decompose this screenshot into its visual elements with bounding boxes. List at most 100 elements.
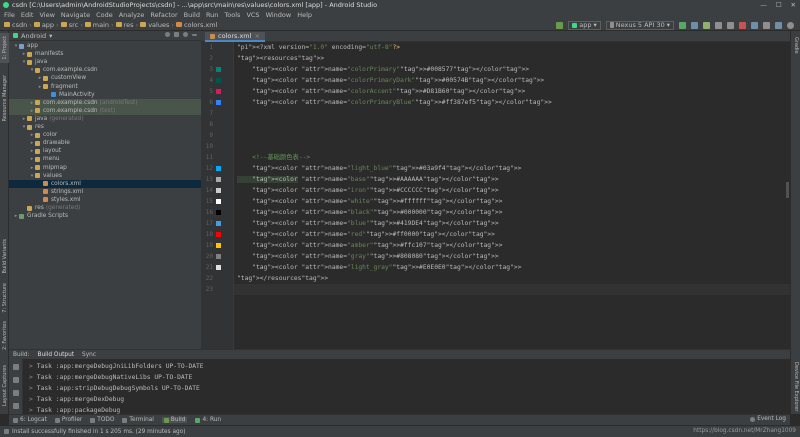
tab-todo[interactable]: TODO bbox=[90, 417, 114, 423]
tab-run[interactable]: 4: Run bbox=[195, 417, 221, 423]
tree-item[interactable]: ▸ menu bbox=[9, 155, 201, 163]
tree-item[interactable]: ▸ layout bbox=[9, 147, 201, 155]
tab-terminal[interactable]: Terminal bbox=[122, 417, 154, 423]
code-line[interactable]: "tag"><color "attr">name="blue""tag">>#4… bbox=[237, 218, 787, 229]
code-line[interactable]: "tag"><color "attr">name="colorAccent""t… bbox=[237, 86, 787, 97]
tab-build-variants[interactable]: Build Variants bbox=[0, 231, 9, 281]
tree-item[interactable]: colors.xml bbox=[9, 179, 201, 188]
close-button[interactable]: ✕ bbox=[791, 1, 796, 9]
tree-item[interactable]: ▸ fragment bbox=[9, 83, 201, 91]
breadcrumb-app[interactable]: app bbox=[42, 21, 54, 29]
tree-item[interactable]: ▸ customView bbox=[9, 74, 201, 82]
tab-build-output[interactable]: Build Output bbox=[38, 352, 75, 358]
menu-run[interactable]: Run bbox=[206, 11, 218, 19]
avd-manager-icon[interactable] bbox=[763, 21, 770, 29]
tree-item[interactable]: ▸ drawable bbox=[9, 139, 201, 147]
tab-structure[interactable]: 7: Structure bbox=[0, 283, 9, 313]
tree-item[interactable]: styles.xml bbox=[9, 196, 201, 204]
tab-favorites[interactable]: 2: Favorites bbox=[0, 321, 9, 351]
code-line[interactable] bbox=[237, 119, 787, 130]
tree-item[interactable]: ▸ mipmap bbox=[9, 164, 201, 172]
attach-debugger-icon[interactable] bbox=[727, 21, 734, 29]
tab-profiler[interactable]: Profiler bbox=[54, 417, 82, 423]
color-swatch-icon[interactable] bbox=[216, 210, 221, 215]
tree-item[interactable]: ▸ com.example.csdn (androidTest) bbox=[9, 98, 201, 107]
search-icon[interactable] bbox=[787, 21, 794, 29]
menu-build[interactable]: Build bbox=[184, 11, 200, 19]
collapse-all-icon[interactable] bbox=[174, 32, 179, 37]
menu-vcs[interactable]: VCS bbox=[246, 11, 259, 19]
code-line[interactable]: <!--基础颜色表--> bbox=[237, 152, 787, 163]
menu-navigate[interactable]: Navigate bbox=[61, 11, 90, 19]
tab-layout-captures[interactable]: Layout Captures bbox=[0, 361, 9, 411]
locate-icon[interactable] bbox=[165, 32, 170, 37]
tab-gradle[interactable]: Gradle bbox=[791, 33, 800, 57]
breadcrumb-values[interactable]: values bbox=[148, 21, 169, 29]
project-view-selector[interactable]: Android bbox=[21, 32, 46, 40]
menu-window[interactable]: Window bbox=[266, 11, 292, 19]
tab-project[interactable]: 1: Project bbox=[0, 33, 9, 63]
breadcrumb-main[interactable]: main bbox=[93, 21, 109, 29]
color-swatch-icon[interactable] bbox=[216, 243, 221, 248]
chevron-right-icon[interactable]: > bbox=[29, 385, 33, 392]
code-line[interactable]: "tag"><color "attr">name="gray""tag">>#8… bbox=[237, 251, 787, 262]
code-line[interactable]: "tag"><resources"tag">> bbox=[237, 53, 787, 64]
code-line[interactable]: "tag"><color "attr">name="black""tag">>#… bbox=[237, 207, 787, 218]
tree-item[interactable]: ▾ app bbox=[9, 42, 201, 50]
tab-logcat[interactable]: 6: Logcat bbox=[13, 417, 47, 423]
hammer-icon[interactable] bbox=[556, 21, 564, 29]
breadcrumb-src[interactable]: src bbox=[69, 21, 79, 29]
chevron-right-icon[interactable]: > bbox=[29, 407, 33, 414]
code-line[interactable]: "tag"><color "attr">name="red""tag">>#ff… bbox=[237, 229, 787, 240]
color-swatch-icon[interactable] bbox=[216, 166, 221, 171]
tree-item[interactable]: ▾ com.example.csdn bbox=[9, 66, 201, 74]
color-swatch-icon[interactable] bbox=[216, 100, 221, 105]
chevron-down-icon[interactable]: ▾ bbox=[49, 32, 52, 40]
code-line[interactable]: "tag"><color "attr">name="iron""tag">>#C… bbox=[237, 185, 787, 196]
chevron-right-icon[interactable]: > bbox=[29, 363, 33, 370]
tree-item[interactable]: MainActivity bbox=[9, 91, 201, 99]
code-line[interactable]: "pi"><?xml version="1.0" encoding="utf-8… bbox=[237, 42, 787, 53]
menu-refactor[interactable]: Refactor bbox=[150, 11, 177, 19]
breadcrumb-colors-xml[interactable]: colors.xml bbox=[184, 21, 217, 29]
apply-changes-icon[interactable] bbox=[691, 21, 698, 29]
code-line[interactable]: "tag"><color "attr">name="colorPrimary""… bbox=[237, 64, 787, 75]
code-line[interactable] bbox=[237, 130, 787, 141]
code-line[interactable]: "tag"><color "attr">name="white""tag">>#… bbox=[237, 196, 787, 207]
menu-edit[interactable]: Edit bbox=[21, 11, 34, 19]
tree-item[interactable]: ▸ manifests bbox=[9, 50, 201, 58]
run-config-select[interactable]: app ▾ bbox=[568, 20, 601, 30]
tree-item[interactable]: ▾ res bbox=[9, 123, 201, 131]
sdk-manager-icon[interactable] bbox=[775, 21, 782, 29]
stop-icon[interactable] bbox=[739, 21, 746, 29]
tree-item[interactable]: ▸ com.example.csdn (test) bbox=[9, 106, 201, 115]
color-swatch-icon[interactable] bbox=[216, 89, 221, 94]
color-swatch-icon[interactable] bbox=[216, 265, 221, 270]
tab-colors-xml[interactable]: colors.xml × bbox=[205, 32, 265, 42]
filter-icon[interactable] bbox=[13, 390, 19, 396]
chevron-right-icon[interactable]: > bbox=[29, 396, 33, 403]
hide-icon[interactable] bbox=[192, 34, 197, 36]
code-editor[interactable]: 1 2 3 4 5 6 7 8 9 10 11 12 13 14 15 16 17 18 19 20 21 22 23 "p… bbox=[201, 42, 790, 349]
menu-tools[interactable]: Tools bbox=[224, 11, 240, 19]
scrollbar-thumb[interactable] bbox=[786, 182, 789, 198]
code-line[interactable] bbox=[237, 284, 787, 295]
breadcrumb-res[interactable]: res bbox=[124, 21, 134, 29]
menu-view[interactable]: View bbox=[39, 11, 54, 19]
minimize-button[interactable]: — bbox=[760, 1, 767, 9]
code-line[interactable]: "tag"><color "attr">name="base""tag">>#A… bbox=[237, 174, 787, 185]
pin-icon[interactable] bbox=[13, 403, 19, 409]
debug-icon[interactable] bbox=[703, 21, 710, 29]
device-select[interactable]: Nexus 5 API 30 ▾ bbox=[605, 20, 674, 30]
code-line[interactable]: "tag"><color "attr">name="colorPrimaryDa… bbox=[237, 75, 787, 86]
color-swatch-icon[interactable] bbox=[216, 67, 221, 72]
tab-event-log[interactable]: Event Log bbox=[750, 416, 786, 422]
tab-build[interactable]: Build bbox=[161, 417, 188, 423]
code-line[interactable] bbox=[237, 141, 787, 152]
color-swatch-icon[interactable] bbox=[216, 199, 221, 204]
tree-item[interactable]: ▾ java bbox=[9, 58, 201, 66]
code-line[interactable]: "tag"><color "attr">name="amber""tag">>#… bbox=[237, 240, 787, 251]
color-swatch-icon[interactable] bbox=[216, 78, 221, 83]
rerun-icon[interactable] bbox=[13, 364, 19, 370]
menu-analyze[interactable]: Analyze bbox=[119, 11, 145, 19]
